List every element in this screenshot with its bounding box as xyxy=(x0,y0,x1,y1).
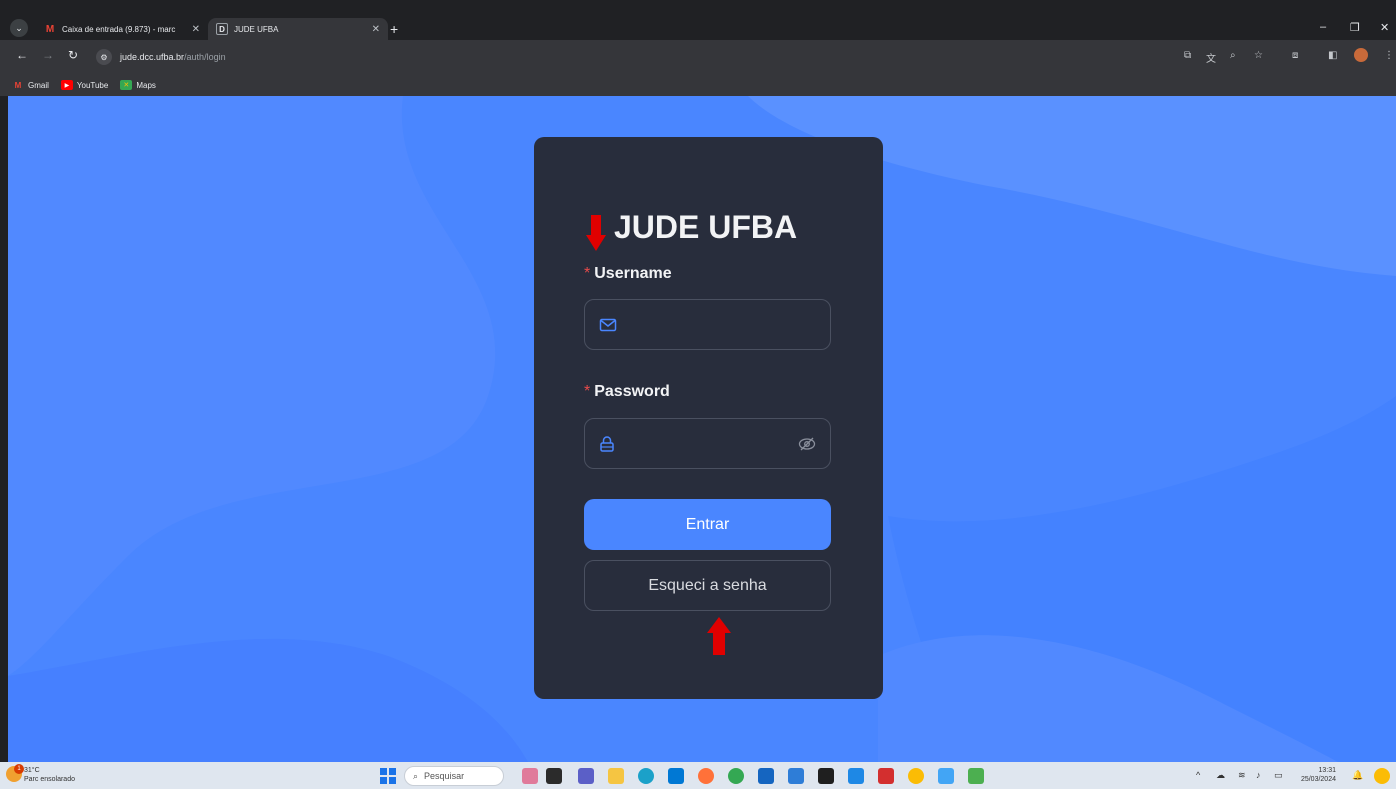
site-favicon-icon: D xyxy=(216,23,228,35)
username-field[interactable] xyxy=(584,299,831,350)
username-label: * Username xyxy=(584,265,672,283)
tab-title: JUDE UFBA xyxy=(234,24,279,34)
youtube-icon: ▶ xyxy=(60,80,73,90)
tab-title: Caixa de entrada (9.873) - marc xyxy=(62,24,176,34)
bookmark-youtube[interactable]: ▶ YouTube xyxy=(60,80,109,90)
login-card: JUDE UFBA * Username * Password Entrar E… xyxy=(534,137,883,699)
close-icon[interactable]: ✕ xyxy=(372,24,380,35)
page-title: JUDE UFBA xyxy=(614,209,798,245)
gmail-icon: M xyxy=(45,23,55,35)
edge-icon[interactable] xyxy=(638,768,654,784)
forward-icon[interactable]: → xyxy=(42,48,54,62)
maps-icon: ✕ xyxy=(120,80,133,90)
weather-desc: Parc ensolarado xyxy=(24,776,75,783)
bookmark-gmail[interactable]: M Gmail xyxy=(12,80,49,90)
terminal-icon[interactable] xyxy=(818,768,834,784)
clock-date: 25/03/2024 xyxy=(1300,776,1336,783)
store-icon[interactable] xyxy=(668,768,684,784)
chat-app-icon[interactable] xyxy=(788,768,804,784)
tab-strip: ⌄ M Caixa de entrada (9.873) - marc ✕ D … xyxy=(0,8,1396,40)
login-page: JUDE UFBA * Username * Password Entrar E… xyxy=(8,96,1396,762)
annotation-arrow-up-icon xyxy=(707,617,731,655)
tab-jude[interactable]: D JUDE UFBA ✕ xyxy=(208,18,388,40)
vscode-icon[interactable] xyxy=(848,768,864,784)
translate-icon[interactable]: 文 xyxy=(1206,50,1216,65)
password-label-text: Password xyxy=(594,383,670,400)
calendar-app-icon[interactable] xyxy=(758,768,774,784)
url-path: /auth/login xyxy=(184,52,226,62)
wifi-icon[interactable]: ≋ xyxy=(1238,770,1246,781)
tab-gmail[interactable]: M Caixa de entrada (9.873) - marc ✕ xyxy=(36,17,208,41)
task-view-icon[interactable] xyxy=(546,768,562,784)
reload-icon[interactable]: ↻ xyxy=(68,48,78,62)
bookmark-label: YouTube xyxy=(76,80,109,90)
password-label: * Password xyxy=(584,383,670,401)
username-label-text: Username xyxy=(594,265,672,282)
windows-start-icon[interactable] xyxy=(380,768,396,784)
tray-overflow-icon[interactable]: ^ xyxy=(1196,770,1200,780)
menu-icon[interactable]: ⋮ xyxy=(1384,50,1394,61)
window-close-icon[interactable]: ✕ xyxy=(1380,21,1389,34)
search-icon: ⌕ xyxy=(413,770,419,781)
required-mark: * xyxy=(584,383,591,400)
bookmark-star-icon[interactable]: ☆ xyxy=(1254,50,1263,61)
notepad-icon[interactable] xyxy=(968,768,984,784)
file-explorer-icon[interactable] xyxy=(608,768,624,784)
search-placeholder: Pesquisar xyxy=(424,771,465,781)
firefox-icon[interactable] xyxy=(698,768,714,784)
side-panel-icon[interactable]: ◧ xyxy=(1328,50,1337,61)
copilot-icon[interactable] xyxy=(1374,768,1390,784)
bookmark-maps[interactable]: ✕ Maps xyxy=(120,80,156,90)
tab-search-button[interactable]: ⌄ xyxy=(10,19,28,37)
windows-taskbar: 1 31°C Parc ensolarado ⌕ Pesquisar ^ ☁ ≋… xyxy=(0,762,1396,789)
site-info-icon[interactable]: ⚙ xyxy=(96,49,112,65)
url-host: jude.dcc.ufba.br xyxy=(120,52,185,62)
notifications-bell-icon[interactable]: 🔔 xyxy=(1352,770,1363,781)
address-bar[interactable]: ⚙ jude.dcc.ufba.br/auth/login xyxy=(96,46,1186,68)
browser-toolbar: ← → ↻ ⚙ jude.dcc.ufba.br/auth/login ⧉ 文 … xyxy=(0,40,1396,74)
onedrive-icon[interactable]: ☁ xyxy=(1216,770,1225,781)
new-tab-button[interactable]: + xyxy=(390,21,398,37)
bookmark-label: Gmail xyxy=(28,80,49,90)
mail-icon xyxy=(599,318,617,332)
zoom-icon[interactable]: ⌕ xyxy=(1230,50,1236,61)
notification-badge: 1 xyxy=(14,764,24,774)
battery-icon[interactable]: ▭ xyxy=(1274,770,1283,781)
app-icon[interactable] xyxy=(938,768,954,784)
chrome-profile-icon[interactable] xyxy=(908,768,924,784)
required-mark: * xyxy=(584,265,591,282)
minimize-icon[interactable]: – xyxy=(1320,21,1326,33)
eye-hidden-icon[interactable] xyxy=(798,436,816,452)
lock-icon xyxy=(600,436,614,452)
chrome-icon[interactable] xyxy=(728,768,744,784)
widgets-app-icon[interactable] xyxy=(522,768,538,784)
gmail-icon: M xyxy=(14,80,22,90)
forgot-password-button[interactable]: Esqueci a senha xyxy=(584,560,831,611)
teams-icon[interactable] xyxy=(578,768,594,784)
system-clock[interactable]: 13:31 25/03/2024 xyxy=(1300,766,1336,784)
weather-temp: 31°C xyxy=(24,767,40,774)
profile-avatar[interactable] xyxy=(1354,48,1368,62)
taskbar-search-input[interactable]: ⌕ Pesquisar xyxy=(404,766,504,786)
extensions-icon[interactable]: ⧈ xyxy=(1292,50,1298,61)
acrobat-icon[interactable] xyxy=(878,768,894,784)
bookmark-label: Maps xyxy=(136,80,156,90)
password-field[interactable] xyxy=(584,418,831,469)
cast-icon[interactable]: ⧉ xyxy=(1184,50,1191,61)
back-icon[interactable]: ← xyxy=(16,48,28,62)
login-button[interactable]: Entrar xyxy=(584,499,831,550)
annotation-arrow-down-icon xyxy=(586,215,606,251)
volume-icon[interactable]: ♪ xyxy=(1256,770,1261,780)
restore-icon[interactable]: ❐ xyxy=(1350,21,1360,34)
clock-time: 13:31 xyxy=(1318,767,1336,774)
weather-widget[interactable]: 31°C Parc ensolarado xyxy=(24,766,75,784)
bookmarks-bar: M Gmail ▶ YouTube ✕ Maps xyxy=(0,74,1396,96)
close-icon[interactable]: ✕ xyxy=(192,24,200,35)
